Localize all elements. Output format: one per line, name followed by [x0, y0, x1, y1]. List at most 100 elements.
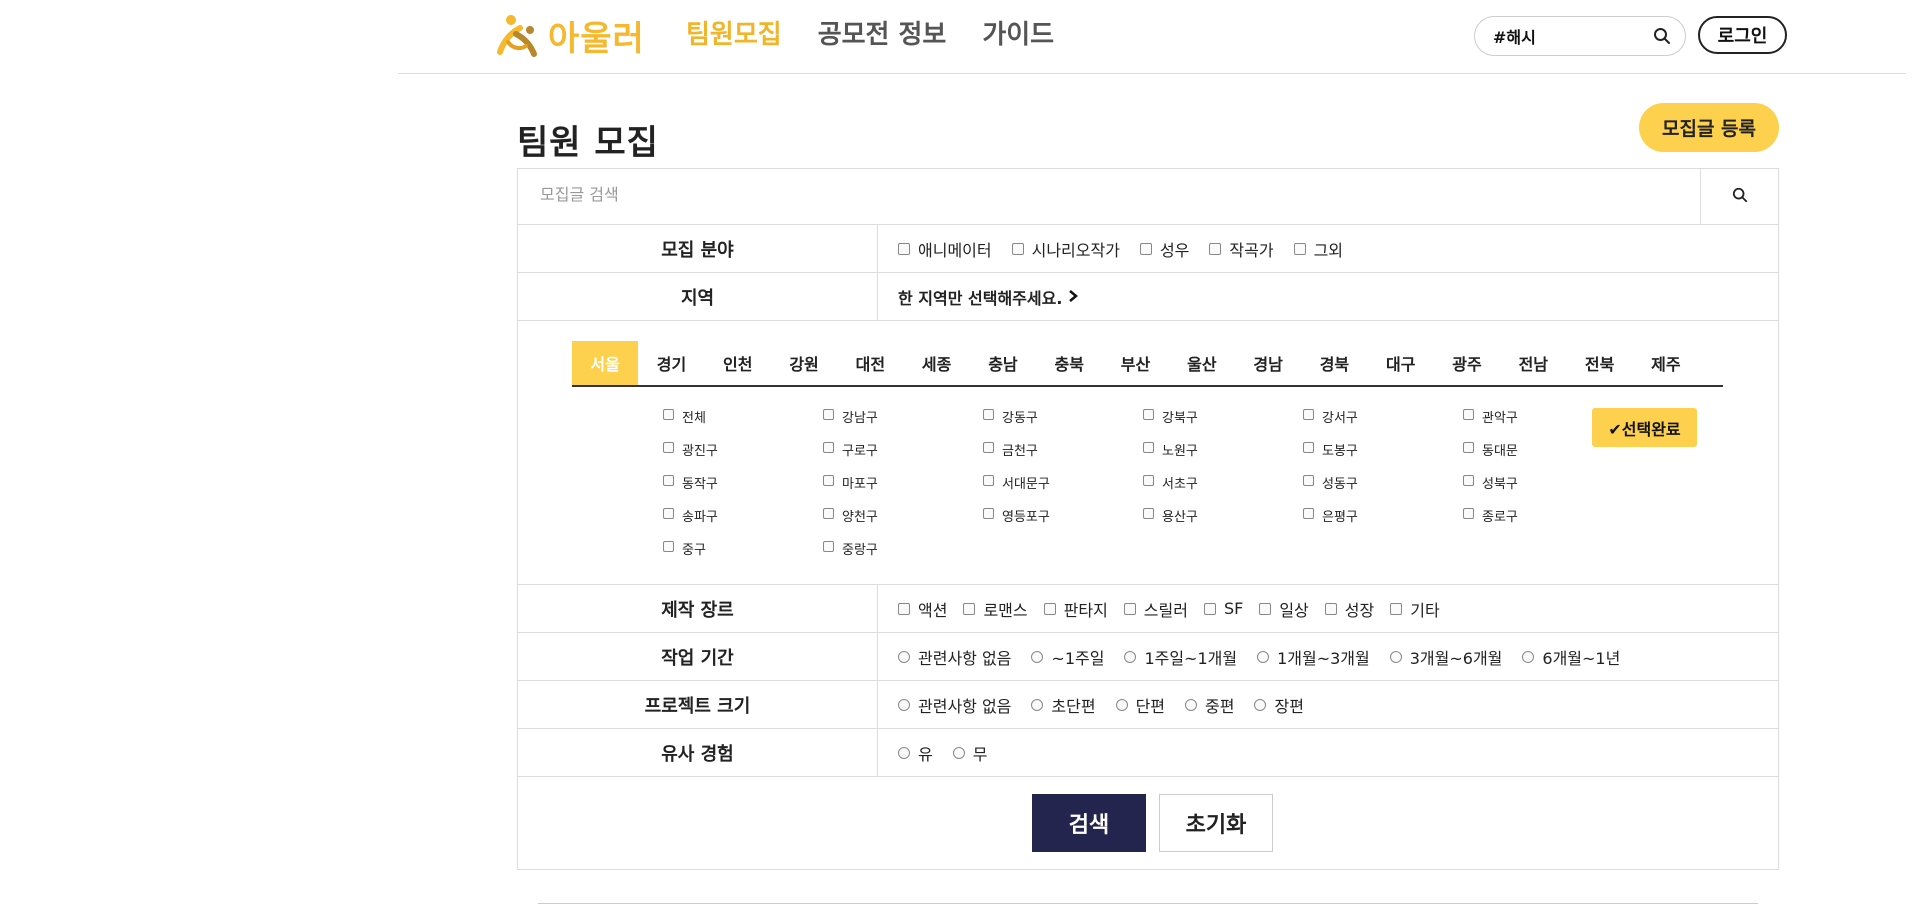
district-option[interactable]: 종로구: [1463, 504, 1623, 527]
checkbox[interactable]: [1209, 242, 1222, 255]
header-search-input[interactable]: [1493, 26, 1643, 45]
region-tab[interactable]: 전북: [1566, 341, 1632, 385]
checkbox[interactable]: [1143, 408, 1154, 420]
district-option[interactable]: 성동구: [1303, 471, 1463, 494]
period-option[interactable]: ~1주일: [1031, 645, 1104, 669]
field-option[interactable]: 그외: [1293, 237, 1343, 261]
checkbox[interactable]: [663, 540, 674, 552]
district-option[interactable]: 도봉구: [1303, 438, 1463, 461]
checkbox[interactable]: [983, 408, 994, 420]
region-tab[interactable]: 충남: [970, 341, 1036, 385]
district-option[interactable]: 노원구: [1143, 438, 1303, 461]
radio-button[interactable]: [898, 650, 910, 663]
region-tab[interactable]: 세종: [903, 341, 969, 385]
genre-option[interactable]: 판타지: [1043, 597, 1108, 621]
district-option[interactable]: 서초구: [1143, 471, 1303, 494]
radio-button[interactable]: [1031, 698, 1044, 711]
district-option[interactable]: 용산구: [1143, 504, 1303, 527]
region-tab[interactable]: 광주: [1434, 341, 1500, 385]
checkbox[interactable]: [823, 474, 834, 486]
radio-button[interactable]: [1185, 698, 1198, 711]
search-button[interactable]: 검색: [1032, 794, 1146, 852]
district-option[interactable]: 송파구: [663, 504, 823, 527]
district-option[interactable]: 서대문구: [983, 471, 1143, 494]
district-option[interactable]: 성북구: [1463, 471, 1623, 494]
district-option[interactable]: 전체: [663, 405, 823, 428]
region-tab[interactable]: 울산: [1169, 341, 1235, 385]
checkbox[interactable]: [1043, 602, 1056, 615]
checkbox[interactable]: [1303, 408, 1314, 420]
checkbox[interactable]: [1293, 242, 1306, 255]
region-tab[interactable]: 부산: [1102, 341, 1168, 385]
period-option[interactable]: 6개월~1년: [1522, 645, 1620, 669]
size-option[interactable]: 장편: [1254, 693, 1304, 717]
district-option[interactable]: 양천구: [823, 504, 983, 527]
size-option[interactable]: 관련사항 없음: [898, 693, 1011, 717]
nav-item-guide[interactable]: 가이드: [982, 14, 1054, 51]
checkbox[interactable]: [1463, 474, 1474, 486]
district-option[interactable]: 구로구: [823, 438, 983, 461]
checkbox[interactable]: [983, 474, 994, 486]
region-tab[interactable]: 인천: [705, 341, 771, 385]
checkbox[interactable]: [1463, 441, 1474, 453]
region-tab[interactable]: 대전: [837, 341, 903, 385]
checkbox[interactable]: [1139, 242, 1152, 255]
field-option[interactable]: 성우: [1139, 237, 1189, 261]
period-option[interactable]: 1개월~3개월: [1257, 645, 1370, 669]
nav-item-team-recruit[interactable]: 팀원모집: [686, 14, 782, 51]
checkbox[interactable]: [663, 408, 674, 420]
district-option[interactable]: 강동구: [983, 405, 1143, 428]
period-option[interactable]: 1주일~1개월: [1124, 645, 1237, 669]
checkbox[interactable]: [1011, 242, 1024, 255]
radio-button[interactable]: [952, 746, 965, 759]
checkbox[interactable]: [823, 441, 834, 453]
checkbox[interactable]: [1143, 441, 1154, 453]
genre-option[interactable]: 일상: [1259, 597, 1309, 621]
period-option[interactable]: 관련사항 없음: [898, 645, 1011, 669]
checkbox[interactable]: [1463, 507, 1474, 519]
checkbox[interactable]: [663, 441, 674, 453]
district-option[interactable]: 중구: [663, 537, 823, 560]
checkbox[interactable]: [1303, 507, 1314, 519]
size-option[interactable]: 중편: [1185, 693, 1234, 717]
radio-button[interactable]: [1522, 650, 1535, 663]
district-option[interactable]: 강남구: [823, 405, 983, 428]
region-tab[interactable]: 제주: [1633, 341, 1699, 385]
genre-option[interactable]: 스릴러: [1123, 597, 1188, 621]
region-tab[interactable]: 충북: [1036, 341, 1102, 385]
experience-option[interactable]: 유: [898, 741, 933, 765]
checkbox[interactable]: [823, 540, 834, 552]
district-option[interactable]: 마포구: [823, 471, 983, 494]
checkbox[interactable]: [1324, 602, 1337, 615]
radio-button[interactable]: [898, 746, 910, 759]
size-option[interactable]: 단편: [1115, 693, 1165, 717]
field-option[interactable]: 시나리오작가: [1011, 237, 1120, 261]
checkbox[interactable]: [1203, 602, 1216, 615]
district-option[interactable]: 금천구: [983, 438, 1143, 461]
district-option[interactable]: 중랑구: [823, 537, 983, 560]
genre-option[interactable]: 성장: [1324, 597, 1374, 621]
region-tab[interactable]: 경북: [1301, 341, 1367, 385]
checkbox[interactable]: [1390, 602, 1403, 615]
region-tab[interactable]: 경남: [1235, 341, 1301, 385]
region-tab[interactable]: 강원: [771, 341, 837, 385]
register-post-button[interactable]: 모집글 등록: [1639, 103, 1779, 152]
period-option[interactable]: 3개월~6개월: [1389, 645, 1502, 669]
district-option[interactable]: 강서구: [1303, 405, 1463, 428]
checkbox[interactable]: [823, 408, 834, 420]
region-toggle[interactable]: 한 지역만 선택해주세요.: [898, 285, 1079, 309]
radio-button[interactable]: [1115, 698, 1128, 711]
region-tab[interactable]: 서울: [572, 341, 639, 385]
genre-option[interactable]: 기타: [1390, 597, 1440, 621]
checkbox[interactable]: [983, 507, 994, 519]
district-option[interactable]: 강북구: [1143, 405, 1303, 428]
region-tab[interactable]: 전남: [1500, 341, 1566, 385]
size-option[interactable]: 초단편: [1031, 693, 1096, 717]
checkbox[interactable]: [1143, 474, 1154, 486]
radio-button[interactable]: [1031, 650, 1044, 663]
reset-button[interactable]: 초기화: [1159, 794, 1273, 852]
checkbox[interactable]: [663, 474, 674, 486]
checkbox[interactable]: [823, 507, 834, 519]
district-option[interactable]: 광진구: [663, 438, 823, 461]
checkbox[interactable]: [983, 441, 994, 453]
